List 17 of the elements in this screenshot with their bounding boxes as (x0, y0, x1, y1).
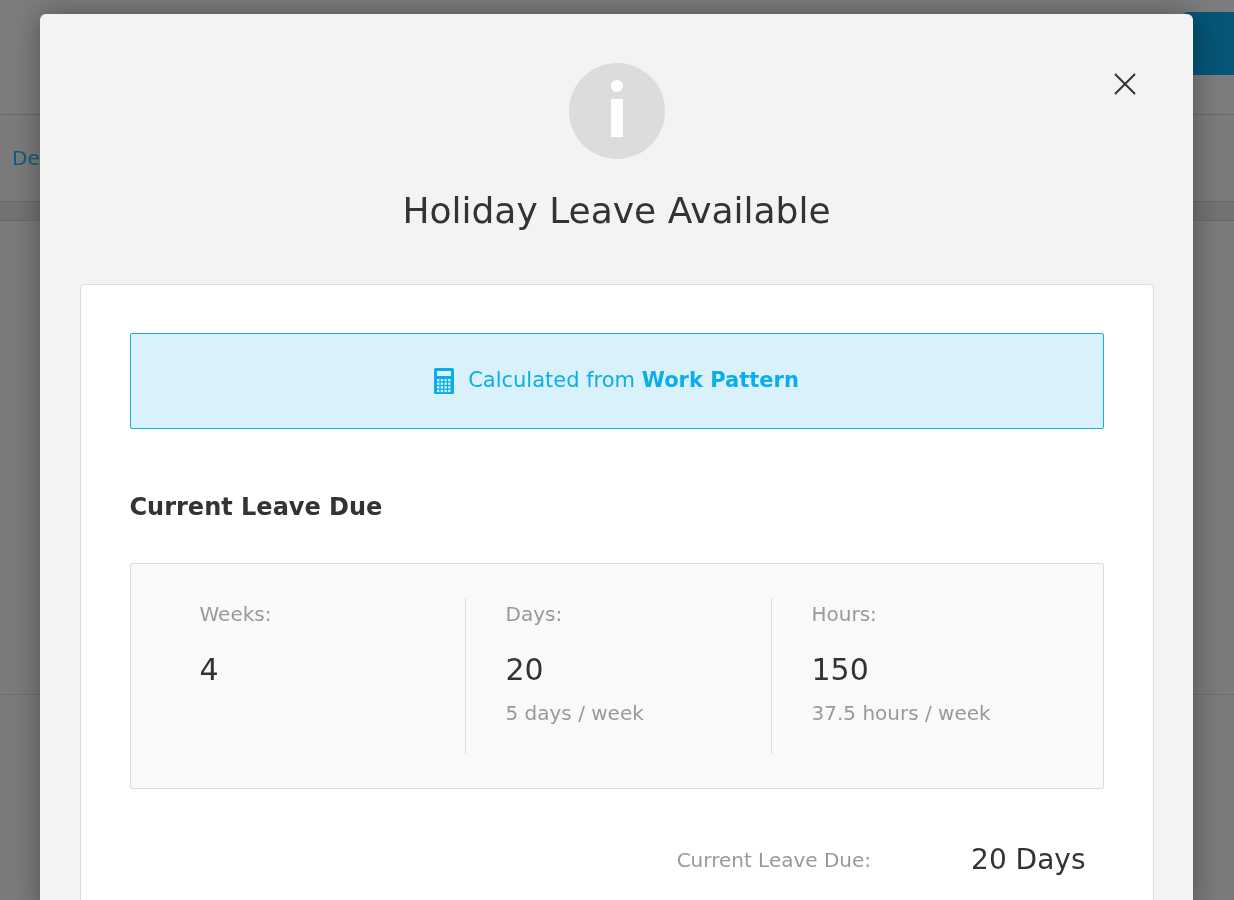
section-title: Current Leave Due (129, 492, 384, 523)
stat-label: Weeks: (199, 602, 273, 626)
summary-label: Current Leave Due: (676, 847, 872, 874)
close-icon[interactable] (1113, 72, 1137, 96)
stat-label: Hours: (811, 602, 878, 626)
banner-text: Calculated from Work Pattern (468, 367, 799, 395)
summary-value: 20 Days (971, 842, 1086, 878)
stat-value: 20 (505, 651, 545, 689)
page-tab[interactable]: De (12, 143, 40, 173)
stat-value: 4 (199, 651, 220, 689)
calculator-icon (434, 368, 455, 394)
stat-value: 150 (811, 651, 870, 689)
stat-note: 37.5 hours / week (811, 700, 992, 726)
stat-note: 5 days / week (505, 700, 645, 726)
dialog-title: Holiday Leave Available (402, 189, 831, 233)
stat-label: Days: (505, 602, 564, 626)
info-icon (568, 63, 665, 159)
